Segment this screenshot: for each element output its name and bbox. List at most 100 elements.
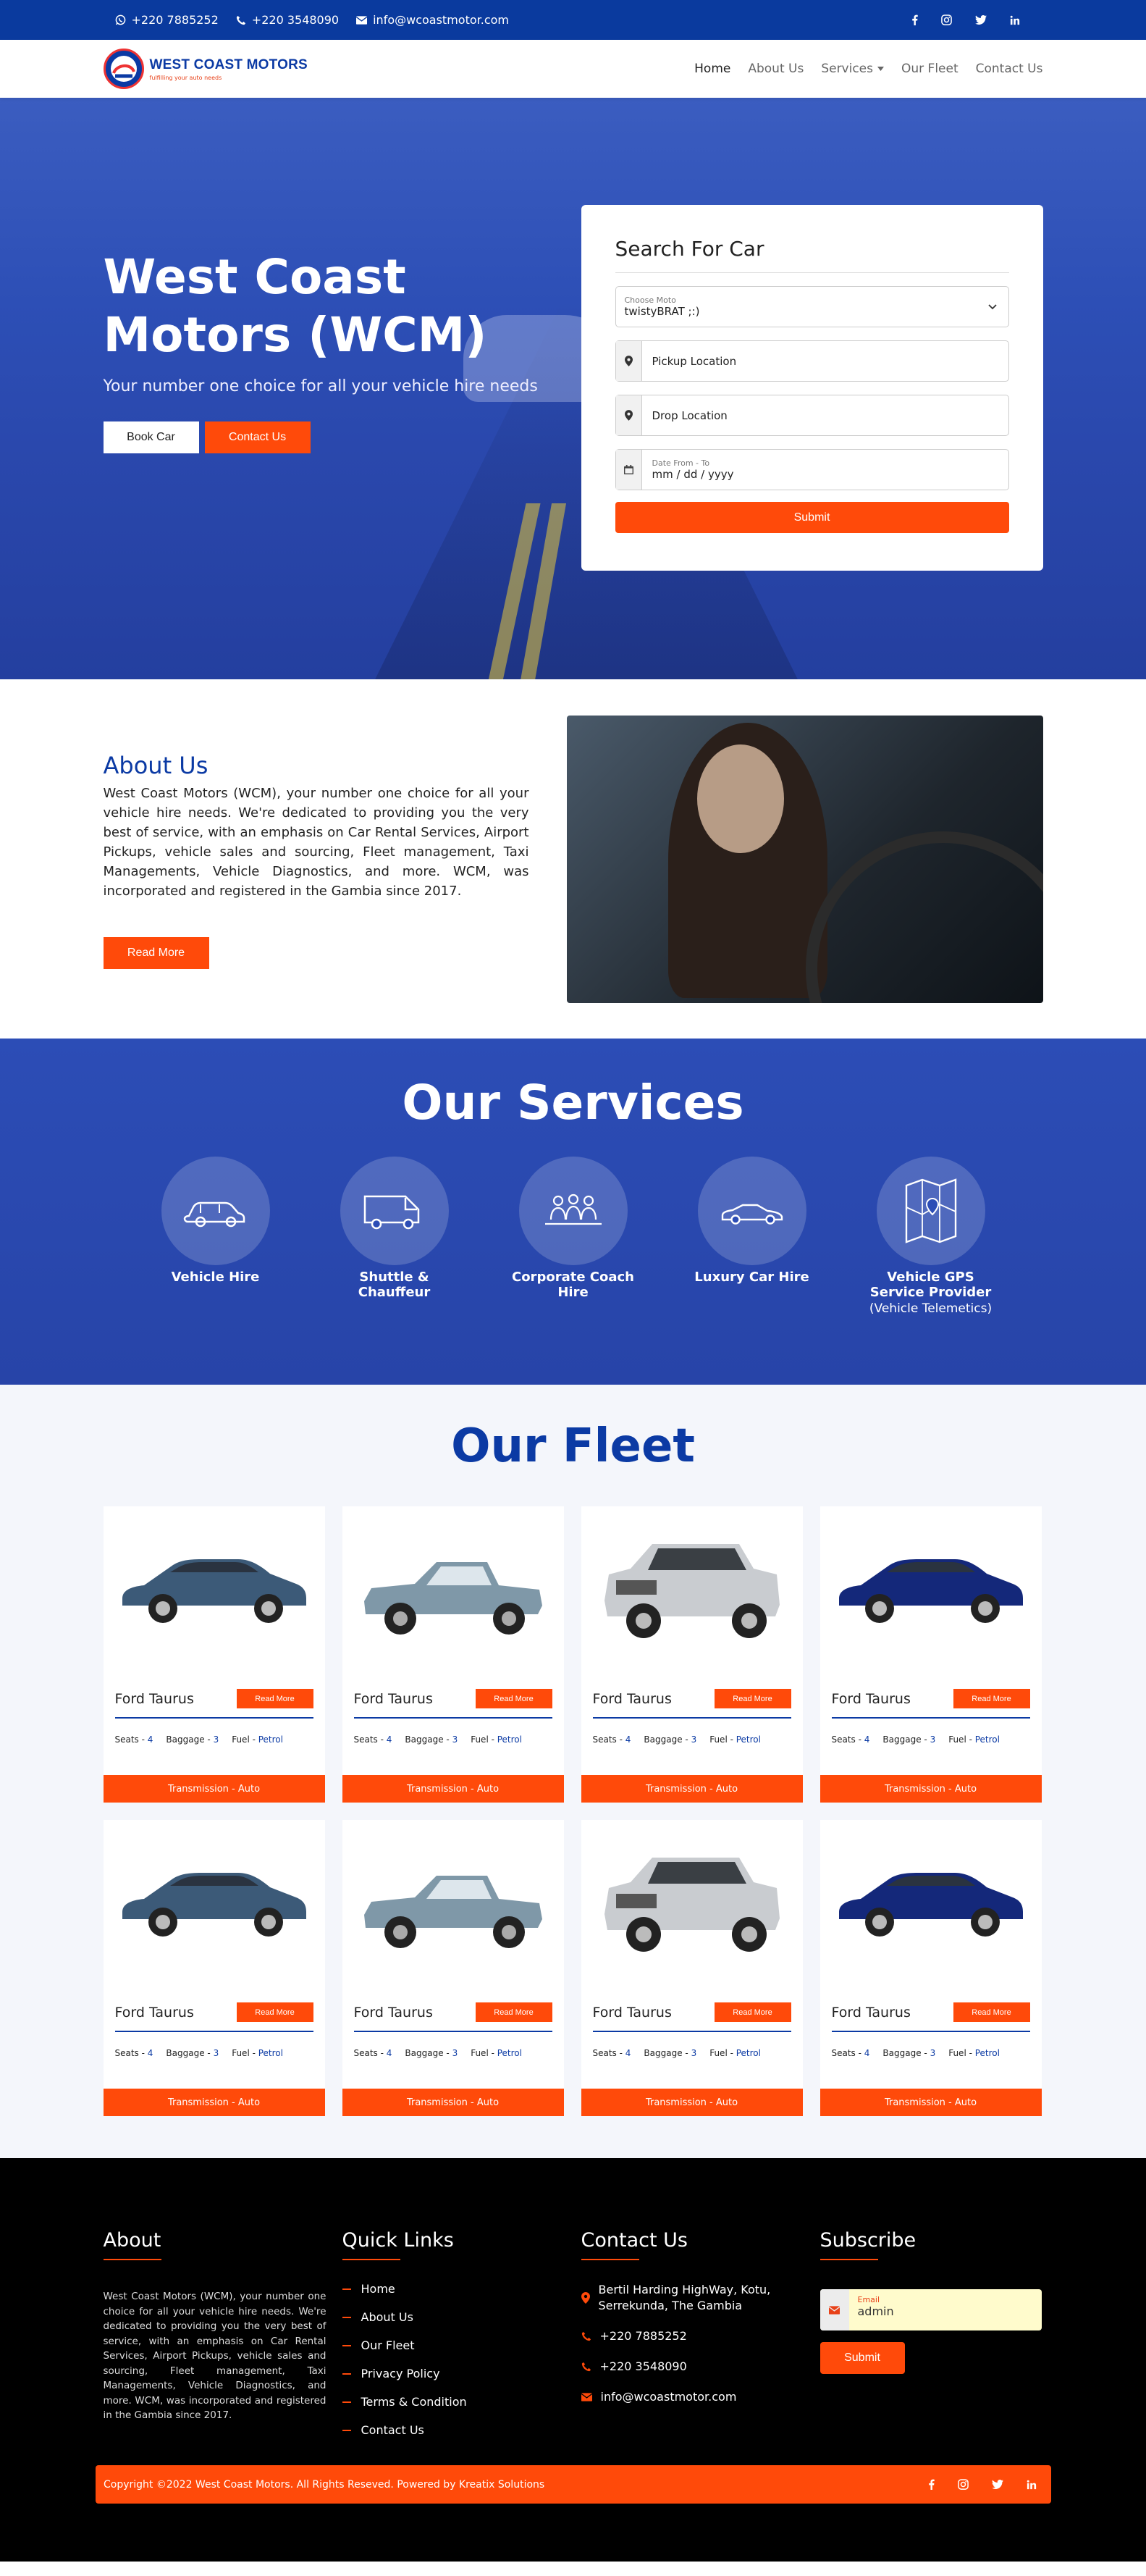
spec-fuel-value: Petrol <box>258 1734 283 1745</box>
car-read-more-button[interactable]: Read More <box>714 1689 791 1708</box>
linkedin-icon[interactable] <box>1027 2479 1037 2490</box>
spec-fuel: Fuel - Petrol <box>471 1734 522 1745</box>
logo-emblem-icon <box>103 49 144 89</box>
nav-services[interactable]: Services <box>821 62 884 76</box>
topbar-email[interactable]: info@wcoastmotor.com <box>356 13 509 27</box>
fleet-card[interactable]: Ford Taurus Read More Seats - 4 Baggage - 3… <box>103 1506 325 1803</box>
topbar-whatsapp[interactable]: +220 7885252 <box>115 13 219 27</box>
spec-seats: Seats - 4 <box>593 1734 631 1745</box>
car-image <box>104 1820 325 1979</box>
footer-about-text: West Coast Motors (WCM), your number one… <box>103 2291 326 2421</box>
spec-baggage-label: Baggage - <box>882 2048 930 2058</box>
spec-fuel-label: Fuel - <box>232 1734 258 1745</box>
fleet-card[interactable]: Ford Taurus Read More Seats - 4 Baggage - 3… <box>581 1506 803 1803</box>
car-read-more-button[interactable]: Read More <box>714 2002 791 2022</box>
navbar: West Coast Motors fulfilling your auto n… <box>0 40 1146 98</box>
date-range-input[interactable]: Date From - To mm / dd / yyyy <box>615 449 1009 490</box>
spec-baggage-value: 3 <box>452 1734 458 1745</box>
footer-phone2[interactable]: +220 3548090 <box>581 2359 820 2375</box>
nav-services-label: Services <box>821 62 873 76</box>
spec-baggage-value: 3 <box>452 2048 458 2058</box>
fleet-card[interactable]: Ford Taurus Read More Seats - 4 Baggage - 3… <box>342 1820 564 2116</box>
footer-link[interactable]: Our Fleet <box>342 2338 581 2352</box>
car-read-more-button[interactable]: Read More <box>236 1689 313 1708</box>
footer-link[interactable]: Terms & Condition <box>342 2395 581 2409</box>
car-specs: Seats - 4 Baggage - 3 Fuel - Petrol <box>115 1734 313 1745</box>
footer-address: Bertil Harding HighWay, Kotu, Serrekunda… <box>581 2282 820 2314</box>
twitter-icon[interactable] <box>974 14 987 25</box>
service-name: Vehicle GPS Service Provider <box>869 1270 992 1300</box>
car-read-more-button[interactable]: Read More <box>475 1689 552 1708</box>
subscribe-submit-button[interactable]: Submit <box>820 2342 905 2374</box>
transmission-bar: Transmission - Auto <box>581 2089 803 2116</box>
subscribe-email-input[interactable]: Email admin <box>820 2289 1042 2330</box>
footer-link[interactable]: Contact Us <box>342 2423 581 2437</box>
nav-fleet[interactable]: Our Fleet <box>901 62 958 76</box>
spec-seats-label: Seats - <box>592 1734 625 1745</box>
hero-subtitle: Your number one choice for all your vehi… <box>103 377 538 395</box>
car-specs: Seats - 4 Baggage - 3 Fuel - Petrol <box>832 1734 1030 1745</box>
nav-home[interactable]: Home <box>694 62 730 76</box>
about-text: West Coast Motors (WCM), your number one… <box>103 786 529 899</box>
fleet-card[interactable]: Ford Taurus Read More Seats - 4 Baggage - 3… <box>820 1820 1042 2116</box>
footer-about-title: About <box>103 2229 161 2252</box>
car-specs: Seats - 4 Baggage - 3 Fuel - Petrol <box>354 2048 552 2058</box>
brand-logo[interactable]: West Coast Motors fulfilling your auto n… <box>103 49 308 89</box>
fleet-title: Our Fleet <box>451 1419 695 1473</box>
moto-select[interactable]: Choose Moto twistyBRAT ;:) <box>615 286 1009 327</box>
nav-contact[interactable]: Contact Us <box>976 62 1043 76</box>
car-name: Ford Taurus <box>592 2004 672 2021</box>
footer-link[interactable]: Privacy Policy <box>342 2367 581 2380</box>
fleet-card[interactable]: Ford Taurus Read More Seats - 4 Baggage - 3… <box>103 1820 325 2116</box>
steering-wheel-shape <box>805 831 1043 1003</box>
footer-phone1[interactable]: +220 7885252 <box>581 2328 820 2344</box>
instagram-icon[interactable] <box>958 2479 969 2490</box>
spec-fuel: Fuel - Petrol <box>709 1734 761 1745</box>
spec-seats-value: 4 <box>386 2048 392 2058</box>
spec-seats-label: Seats - <box>114 2048 148 2058</box>
fleet-card[interactable]: Ford Taurus Read More Seats - 4 Baggage - 3… <box>581 1820 803 2116</box>
service-sub: (Vehicle Telemetics) <box>869 1301 993 1316</box>
footer-link[interactable]: Home <box>342 2282 581 2296</box>
hero-contact-button[interactable]: Contact Us <box>204 421 311 453</box>
car-read-more-button[interactable]: Read More <box>953 2002 1030 2022</box>
service-corporate-coach[interactable]: Corporate Coach Hire <box>501 1157 646 1316</box>
car-read-more-button[interactable]: Read More <box>236 2002 313 2022</box>
footer-email[interactable]: info@wcoastmotor.com <box>581 2389 820 2405</box>
title-underline <box>103 2259 161 2260</box>
fleet-card[interactable]: Ford Taurus Read More Seats - 4 Baggage - 3… <box>820 1506 1042 1803</box>
service-vehicle-hire[interactable]: Vehicle Hire <box>143 1157 288 1316</box>
spec-fuel-label: Fuel - <box>948 2048 975 2058</box>
service-name: Luxury Car Hire <box>694 1270 809 1285</box>
service-shuttle-chauffeur[interactable]: Shuttle & Chauffeur <box>322 1157 467 1316</box>
spec-seats: Seats - 4 <box>115 1734 153 1745</box>
drop-location-input[interactable]: Drop Location <box>615 395 1009 436</box>
footer: About West Coast Motors (WCM), your numb… <box>0 2158 1146 2562</box>
spec-baggage-value: 3 <box>691 2048 697 2058</box>
pickup-location-input[interactable]: Pickup Location <box>615 340 1009 382</box>
fleet-card[interactable]: Ford Taurus Read More Seats - 4 Baggage - 3… <box>342 1506 564 1803</box>
book-car-button[interactable]: Book Car <box>103 421 199 453</box>
topbar-phone[interactable]: +220 3548090 <box>236 13 339 27</box>
nav-about[interactable]: About Us <box>748 62 804 76</box>
instagram-icon[interactable] <box>940 14 952 25</box>
car-image <box>581 1506 803 1666</box>
service-luxury-car[interactable]: Luxury Car Hire <box>680 1157 825 1316</box>
transmission-bar: Transmission - Auto <box>581 1775 803 1803</box>
spec-fuel-label: Fuel - <box>471 1734 497 1745</box>
service-gps[interactable]: Vehicle GPS Service Provider (Vehicle Te… <box>859 1157 1003 1316</box>
footer-link[interactable]: About Us <box>342 2310 581 2324</box>
facebook-icon[interactable] <box>911 14 918 25</box>
car-read-more-button[interactable]: Read More <box>475 2002 552 2022</box>
fleet-grid: Ford Taurus Read More Seats - 4 Baggage - 3… <box>103 1506 1043 2116</box>
car-image <box>581 1820 803 1979</box>
twitter-icon[interactable] <box>992 2479 1003 2490</box>
facebook-icon[interactable] <box>928 2479 935 2490</box>
linkedin-icon[interactable] <box>1010 14 1020 25</box>
about-read-more-button[interactable]: Read More <box>103 937 209 969</box>
spec-fuel-value: Petrol <box>974 1734 1000 1745</box>
caret-down-icon <box>877 67 884 71</box>
services-title: Our Services <box>402 1075 744 1130</box>
car-read-more-button[interactable]: Read More <box>953 1689 1030 1708</box>
search-submit-button[interactable]: Submit <box>615 502 1009 533</box>
